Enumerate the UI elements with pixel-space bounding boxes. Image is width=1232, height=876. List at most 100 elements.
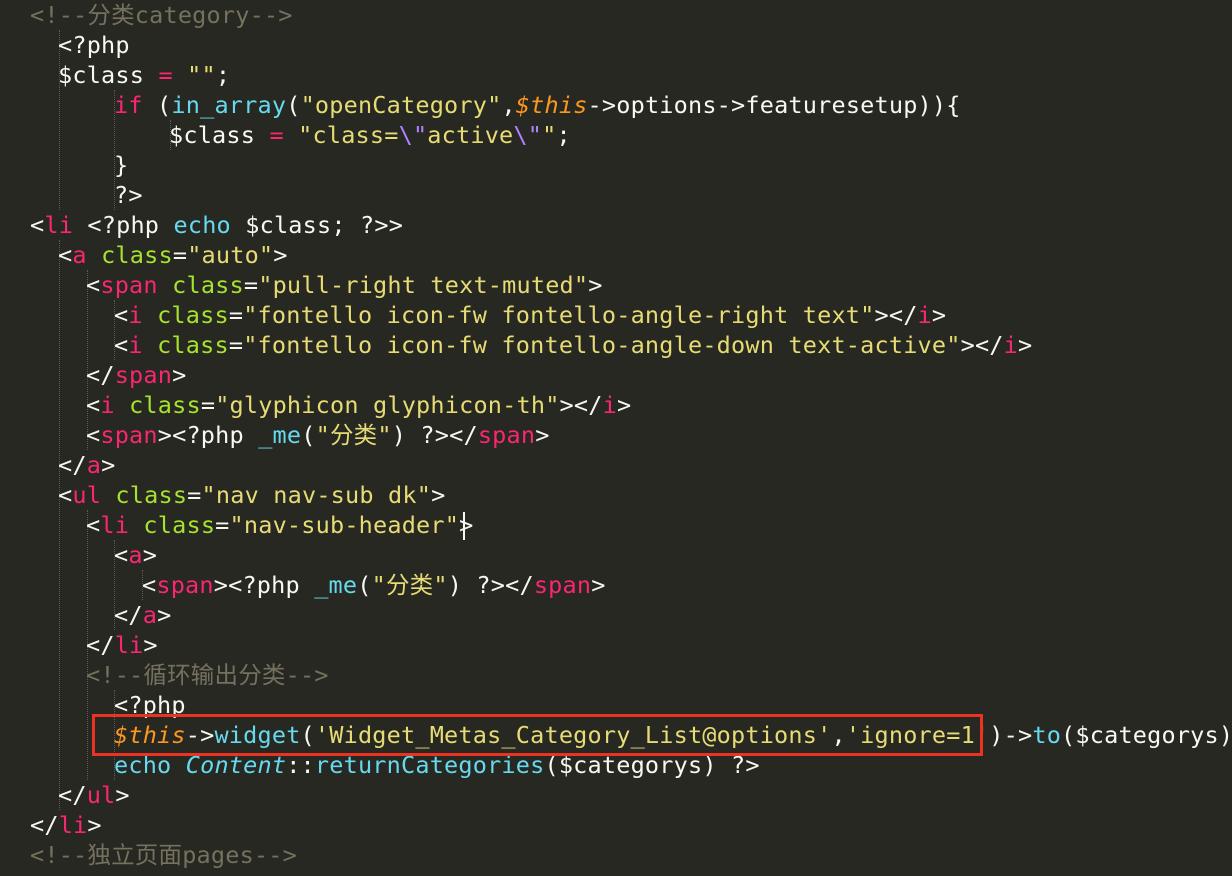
code-token: < [142,571,157,599]
code-line-23[interactable]: <!--循环输出分类--> [86,660,329,690]
code-token: > [143,631,158,659]
code-line-7[interactable]: ?> [114,180,143,210]
code-line-17[interactable]: <ul class="nav nav-sub dk"> [58,480,445,510]
code-token: li [58,811,88,839]
code-token: class [157,331,229,359]
indent-guide [59,240,60,810]
code-token: <!--循环输出分类--> [86,661,329,689]
code-line-2[interactable]: <?php [58,30,130,60]
code-token: "分类" [315,421,392,449]
code-line-29[interactable]: <!--独立页面pages--> [30,840,297,870]
code-token: ; [556,121,571,149]
code-line-18[interactable]: <li class="nav-sub-header"> [86,510,473,540]
code-line-11[interactable]: <i class="fontello icon-fw fontello-angl… [114,300,946,330]
code-token: if [114,91,143,119]
code-line-4[interactable]: if (in_array("openCategory",$this->optio… [114,90,961,120]
code-token: > [535,421,550,449]
code-line-9[interactable]: <a class="auto"> [58,240,288,270]
code-token: < [86,511,101,539]
code-token: < [86,391,101,419]
code-token: $class [169,121,270,149]
code-token: in_array [171,91,287,119]
code-line-3[interactable]: $class = ""; [58,60,230,90]
code-line-12[interactable]: <i class="fontello icon-fw fontello-angl… [114,330,1032,360]
code-line-1[interactable]: <!--分类category--> [30,0,293,30]
code-token: > [431,481,446,509]
code-token: > [931,301,947,329]
highlight-box [92,714,983,756]
code-token: i [128,301,143,329]
code-line-5[interactable]: $class = "class=\"active\""; [169,120,571,150]
code-token: span [156,571,214,599]
code-token: "openCategory" [300,91,502,119]
code-editor[interactable]: <!--分类category--> <?php $class = ""; if … [0,0,1232,876]
code-line-8[interactable]: <li <?php echo $class; ?>> [30,210,403,240]
code-token: ( [301,421,316,449]
code-token: span [100,421,158,449]
code-token: ( [286,91,301,119]
code-line-19[interactable]: <a> [114,540,157,570]
code-token: <!--独立页面pages--> [30,841,297,869]
code-token: "nav-sub-header" [229,511,460,539]
code-token: class [115,481,188,509]
code-token: "fontello icon-fw fontello-angle-down te… [243,331,961,359]
code-token: i [917,301,932,329]
code-token: "" [187,61,216,89]
code-token: </ [58,781,87,809]
code-token: , [501,91,516,119]
code-token: span [477,421,536,449]
code-line-27[interactable]: </ul> [58,780,130,810]
code-token: </ [58,451,87,479]
code-token: < [114,301,129,329]
code-token: = [228,331,244,359]
code-line-13[interactable]: </span> [86,360,186,390]
code-token: </ [86,361,115,389]
code-line-6[interactable]: } [114,150,128,180]
code-token: ul [86,781,116,809]
code-token: = [243,271,259,299]
code-line-14[interactable]: <i class="glyphicon glyphicon-th"></i> [86,390,631,420]
code-token: li [100,511,130,539]
code-line-20[interactable]: <span><?php _me("分类") ?></span> [142,570,606,600]
code-token: > [172,361,187,389]
code-line-16[interactable]: </a> [58,450,115,480]
code-token: "glyphicon glyphicon-th" [215,391,560,419]
code-token: class [172,271,244,299]
code-token: = [228,301,244,329]
code-token: span [114,361,173,389]
code-token: <!--分类category--> [30,1,293,29]
code-line-10[interactable]: <span class="pull-right text-muted"> [86,270,603,300]
code-token: ></ [559,391,603,419]
code-line-15[interactable]: <span><?php _me("分类") ?></span> [86,420,550,450]
code-token: class [143,511,216,539]
code-token: ) ?></ [447,571,534,599]
code-token: "fontello icon-fw fontello-angle-right t… [243,301,875,329]
code-token: echo [173,211,231,239]
code-token: _me [314,571,358,599]
code-line-22[interactable]: </li> [86,630,158,660]
code-token: < [86,421,101,449]
code-token: i [100,391,115,419]
code-token: > [588,271,603,299]
code-token: < [114,331,129,359]
code-token: i [602,391,617,419]
code-token: > [87,811,102,839]
code-token: \" [513,121,543,149]
code-line-21[interactable]: </a> [114,600,171,630]
code-token: ><?php [213,571,315,599]
code-token: ?> [114,181,143,209]
code-token: > [273,241,288,269]
code-token: = [187,481,202,509]
code-token: _me [258,421,302,449]
code-token: a [72,241,87,269]
code-token: ; [215,61,231,89]
code-token: a [142,601,158,629]
code-token: class [157,301,229,329]
code-line-28[interactable]: </li> [30,810,102,840]
code-token: li [114,631,144,659]
code-token: } [114,151,129,179]
code-token: $class; ?>> [230,211,404,239]
